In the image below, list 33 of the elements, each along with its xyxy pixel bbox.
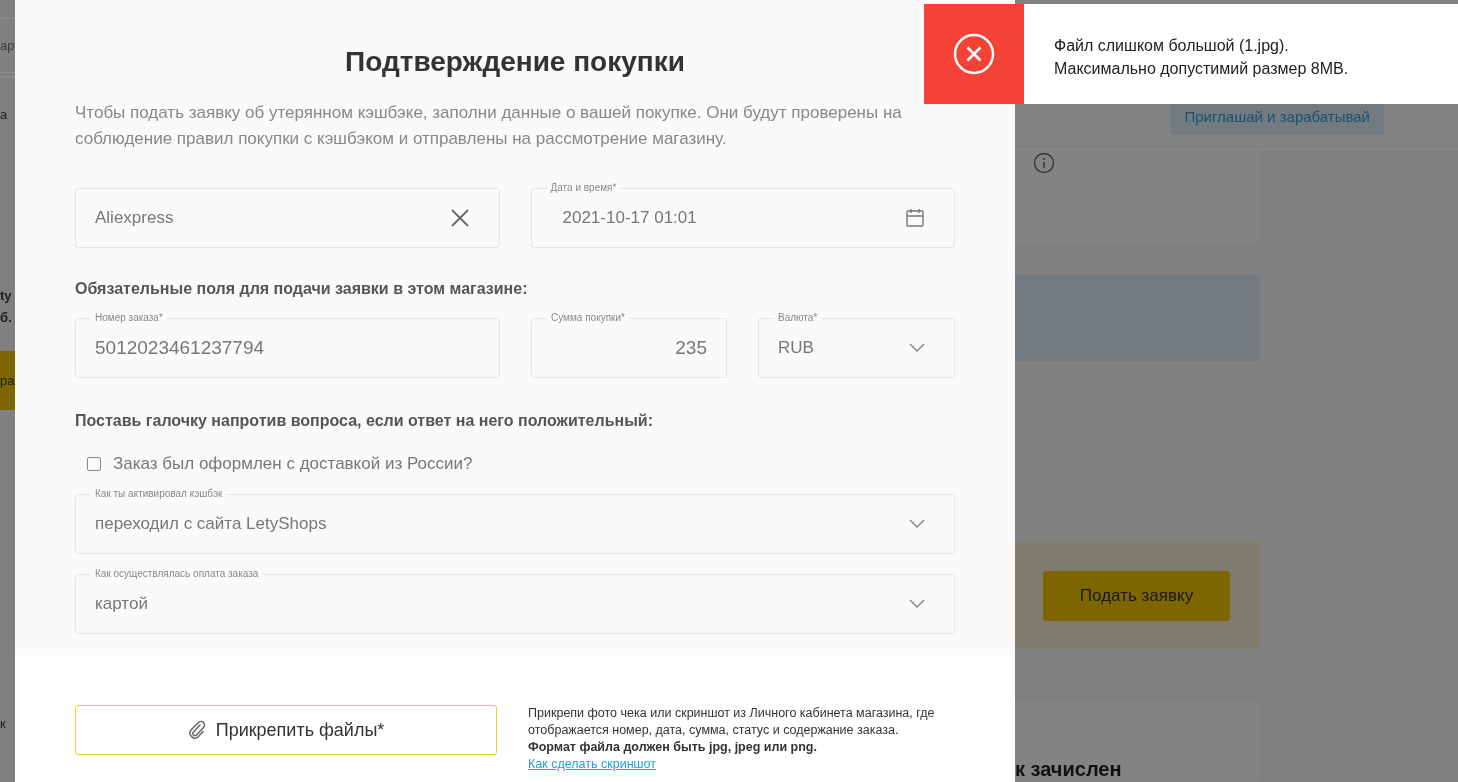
text-fragment: к xyxy=(0,716,7,732)
text-fragment: б. xyxy=(0,309,13,327)
toast-message: Файл слишком большой (1.jpg). Максимально допустимий размер 8MB. xyxy=(1053,36,1349,79)
info-icon xyxy=(1033,152,1055,174)
chevron-down-icon xyxy=(909,519,925,529)
checkbox[interactable] xyxy=(87,457,101,471)
checkbox-label: Заказ был оформлен с доставкой из России? xyxy=(113,454,473,474)
text-fragment: ty xyxy=(0,287,13,305)
hint-text: Прикрепи фото чека или скриншот из Личного кабинета магазина, где отображается номер, дата, сумма, статус и содержание заказа. xyxy=(528,705,936,739)
section-heading: Обязательные поля для подачи заявки в этом магазине: xyxy=(75,280,529,298)
text-fragment: а xyxy=(0,107,9,123)
close-icon[interactable] xyxy=(449,208,470,228)
attach-files-button[interactable]: Прикрепить файлы* xyxy=(75,705,498,755)
date-field[interactable]: Дата и время* 2021-10-17 01:01 xyxy=(530,182,955,248)
sum-field[interactable]: Сумма покупки* 235 xyxy=(531,312,727,378)
currency-select[interactable]: Валюта* RUB xyxy=(758,312,955,378)
format-note: Формат файла должен быть jpg, jpeg или png. xyxy=(528,739,818,756)
chevron-down-icon xyxy=(909,599,925,609)
modal-title: Подтверждение покупки xyxy=(344,45,686,79)
submit-button[interactable]: Подать заявку xyxy=(1043,570,1230,621)
section-heading: Поставь галочку напротив вопроса, если ответ на него положительный: xyxy=(75,412,654,430)
calendar-icon xyxy=(905,208,925,228)
screenshot-help-link[interactable]: Как сделать скриншот xyxy=(528,757,656,771)
order-number-field[interactable]: Номер заказа* 5012023461237794 xyxy=(75,312,500,378)
paperclip-icon xyxy=(187,720,206,740)
dropdown-select[interactable]: Как осуществлялась оплата заказа картой xyxy=(75,568,955,634)
dropdown-select[interactable]: Как ты активировал кэшбэк переходил с сайта LetyShops xyxy=(75,488,955,554)
intro-text: Чтобы подать заявку об утерянном кэшбэке, заполни данные о вашей покупке. Они будут проверены на соблюдение правил покупки с кэшбэком и отправлены на рассмотрение магазину. xyxy=(75,102,903,150)
error-icon xyxy=(953,33,995,75)
card-title: к зачислен xyxy=(1015,758,1122,780)
chevron-down-icon xyxy=(909,343,925,353)
action-button[interactable]: ра xyxy=(0,351,15,410)
store-field[interactable]: Aliexpress xyxy=(75,182,500,248)
